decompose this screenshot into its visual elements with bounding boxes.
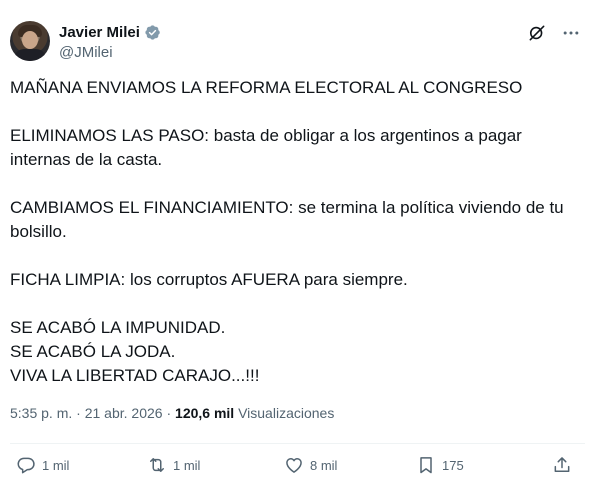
reply-button[interactable]: 1 mil [16, 455, 69, 475]
tweet: Javier Milei @JMilei MAÑANA ENVIAMOS LA … [0, 0, 595, 483]
retweet-icon [150, 458, 164, 472]
tweet-text: MAÑANA ENVIAMOS LA REFORMA ELECTORAL AL … [10, 76, 585, 388]
views-count[interactable]: 120,6 mil [175, 405, 234, 421]
action-bar: 1 mil 1 mil 8 mil 175 [10, 455, 585, 479]
tweet-line: CAMBIAMOS EL FINANCIAMIENTO: se termina … [10, 198, 564, 217]
verified-badge-icon[interactable] [144, 24, 161, 41]
tweet-line: internas de la casta. [10, 150, 163, 169]
views-label[interactable]: Visualizaciones [234, 405, 334, 421]
tweet-line: bolsillo. [10, 222, 67, 241]
author-display-name[interactable]: Javier Milei [59, 24, 140, 41]
tweet-line: FICHA LIMPIA: los corruptos AFUERA para … [10, 270, 408, 289]
tweet-meta: 5:35 p. m. · 21 abr. 2026 · 120,6 mil Vi… [10, 405, 334, 421]
avatar[interactable] [10, 21, 50, 61]
tweet-header: Javier Milei @JMilei [10, 21, 585, 65]
reply-icon [17, 457, 35, 474]
tweet-line: SE ACABÓ LA JODA. [10, 342, 176, 361]
meta-separator: · [72, 405, 85, 421]
share-button[interactable] [552, 455, 572, 475]
retweet-button[interactable]: 1 mil [147, 455, 200, 475]
share-icon [554, 457, 570, 472]
like-button[interactable]: 8 mil [284, 455, 337, 475]
tweet-line: ELIMINAMOS LAS PASO: basta de obligar a … [10, 126, 522, 145]
divider [10, 443, 585, 444]
retweet-count: 1 mil [173, 457, 201, 473]
tweet-line: MAÑANA ENVIAMOS LA REFORMA ELECTORAL AL … [10, 78, 523, 97]
like-count: 8 mil [310, 457, 338, 473]
author-handle[interactable]: @JMilei [59, 44, 161, 61]
tweet-line: VIVA LA LIBERTAD CARAJO...!!! [10, 366, 260, 385]
bookmark-button[interactable]: 175 [416, 455, 464, 475]
reply-count: 1 mil [42, 457, 70, 473]
author-block: Javier Milei @JMilei [59, 22, 161, 61]
meta-separator: · [162, 405, 176, 421]
bookmark-icon [420, 457, 432, 474]
header-actions [527, 23, 581, 43]
grok-icon[interactable] [527, 23, 547, 43]
tweet-date[interactable]: 21 abr. 2026 [85, 405, 163, 421]
tweet-time[interactable]: 5:35 p. m. [10, 405, 72, 421]
bookmark-count: 175 [442, 457, 464, 473]
more-icon[interactable] [561, 23, 581, 43]
like-icon [286, 458, 302, 473]
tweet-line: SE ACABÓ LA IMPUNIDAD. [10, 318, 226, 337]
